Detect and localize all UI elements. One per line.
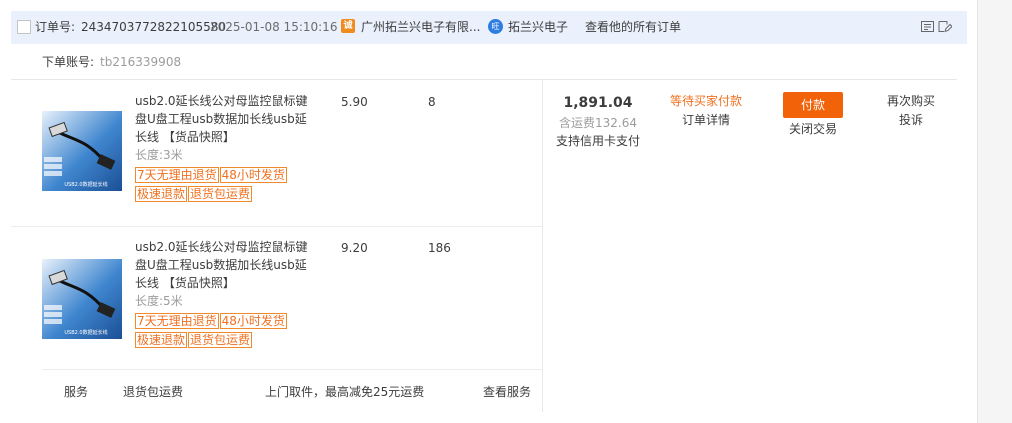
order-card: 订单号: 2434703772822105580 2025-01-08 15:1… <box>11 11 967 412</box>
sub-account: 下单账号: tb216339908 <box>42 55 181 69</box>
tag-fast-refund[interactable]: 极速退款 <box>135 332 188 348</box>
order-no-label: 订单号: <box>35 20 76 34</box>
order-no: 2434703772822105580 <box>81 20 227 34</box>
product-spec: 长度:5米 <box>135 294 183 308</box>
tag-return-shipping[interactable]: 退货包运费 <box>188 332 253 348</box>
credit-card-support: 支持信用卡支付 <box>555 134 640 148</box>
total-column: 1,891.04 含运费132.64 支持信用卡支付 <box>543 80 653 226</box>
service-row: 服务 退货包运费 上门取件，最高减免25元运费 查看服务 <box>42 369 542 413</box>
order-total: 1,891.04 <box>563 95 633 111</box>
sub-account-label: 下单账号: <box>42 55 95 69</box>
unit-price: 5.90 <box>341 95 368 109</box>
pay-button[interactable]: 付款 <box>783 92 843 118</box>
order-header: 订单号: 2434703772822105580 2025-01-08 15:1… <box>11 11 967 44</box>
edit-icon[interactable] <box>937 19 952 34</box>
order-item: USB2.0数据延长线 usb2.0延长线公对母监控鼠标键盘U盘工程usb数据加… <box>11 80 542 227</box>
shipping-fee: 含运费132.64 <box>559 116 637 130</box>
service-description: 上门取件，最高减免25元运费 <box>265 385 425 399</box>
order-body: USB2.0数据延长线 usb2.0延长线公对母监控鼠标键盘U盘工程usb数据加… <box>11 79 957 412</box>
view-all-orders-link[interactable]: 查看他的所有订单 <box>585 20 681 34</box>
buy-again-link[interactable]: 再次购买 <box>873 94 949 108</box>
product-thumbnail[interactable]: USB2.0数据延长线 <box>42 111 122 191</box>
tag-return-shipping[interactable]: 退货包运费 <box>188 186 253 202</box>
product-title-link[interactable]: usb2.0延长线公对母监控鼠标键盘U盘工程usb数据加长线usb延长线 【货品… <box>135 238 313 292</box>
product-spec: 长度:3米 <box>135 148 183 162</box>
service-label: 服务 <box>64 385 89 399</box>
thumbnail-caption: USB2.0数据延长线 <box>64 329 107 336</box>
seller-name-link[interactable]: 拓兰兴电子 <box>508 20 568 34</box>
order-select-checkbox[interactable] <box>17 20 31 34</box>
note-icon[interactable] <box>920 19 935 34</box>
service-tags: 7天无理由退货 48小时发货极速退款 退货包运费 <box>135 313 315 351</box>
unit-price: 9.20 <box>341 241 368 255</box>
tag-7day-return[interactable]: 7天无理由退货 <box>135 313 219 329</box>
shop-name-link[interactable]: 广州拓兰兴电子有限... <box>361 20 480 34</box>
service-tags: 7天无理由退货 48小时发货极速退款 退货包运费 <box>135 167 315 205</box>
wangwang-chat-icon[interactable]: 旺 <box>488 19 503 34</box>
shop-icon: 诚 <box>341 19 355 33</box>
tag-fast-refund[interactable]: 极速退款 <box>135 186 188 202</box>
service-name: 退货包运费 <box>123 385 184 399</box>
sub-account-value: tb216339908 <box>100 55 182 69</box>
product-thumbnail[interactable]: USB2.0数据延长线 <box>42 259 122 339</box>
order-time: 2025-01-08 15:10:16 <box>210 20 338 34</box>
order-status: 等待买家付款 <box>669 94 742 108</box>
order-item: USB2.0数据延长线 usb2.0延长线公对母监控鼠标键盘U盘工程usb数据加… <box>11 226 542 369</box>
order-detail-link[interactable]: 订单详情 <box>656 113 756 127</box>
tag-48h-ship[interactable]: 48小时发货 <box>219 167 287 183</box>
close-transaction-link[interactable]: 关闭交易 <box>771 122 855 136</box>
quantity: 8 <box>428 95 436 109</box>
quantity: 186 <box>428 241 451 255</box>
view-service-link[interactable]: 查看服务 <box>483 385 531 399</box>
tag-48h-ship[interactable]: 48小时发货 <box>219 313 287 329</box>
complain-link[interactable]: 投诉 <box>873 113 949 127</box>
right-scroll-strip <box>977 0 1012 423</box>
product-title-link[interactable]: usb2.0延长线公对母监控鼠标键盘U盘工程usb数据加长线usb延长线 【货品… <box>135 92 313 146</box>
thumbnail-caption: USB2.0数据延长线 <box>64 181 107 188</box>
tag-7day-return[interactable]: 7天无理由退货 <box>135 167 219 183</box>
goods-column: USB2.0数据延长线 usb2.0延长线公对母监控鼠标键盘U盘工程usb数据加… <box>11 80 543 412</box>
